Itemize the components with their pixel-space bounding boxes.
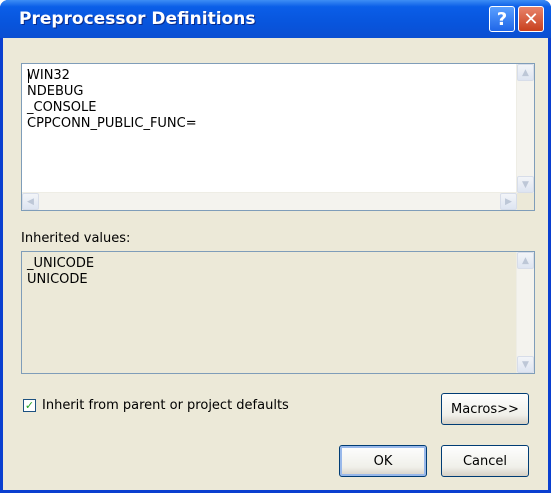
chevron-left-icon: ◀ <box>27 196 34 207</box>
help-icon: ? <box>496 8 508 30</box>
chevron-up-icon: ▲ <box>522 67 529 78</box>
close-icon: ✕ <box>523 8 539 30</box>
definition-line: NDEBUG <box>27 84 84 99</box>
checkmark-icon: ✓ <box>24 399 35 412</box>
chevron-up-icon: ▲ <box>522 255 529 266</box>
help-button[interactable]: ? <box>489 6 515 32</box>
inherited-line: _UNICODE <box>27 256 95 271</box>
inherited-vertical-scrollbar[interactable]: ▲ ▼ <box>516 252 534 373</box>
inherited-lines: _UNICODE UNICODE <box>27 256 94 288</box>
inherit-checkbox-label[interactable]: Inherit from parent or project defaults <box>42 398 289 413</box>
definition-line: _CONSOLE <box>27 100 97 115</box>
scroll-up-button[interactable]: ▲ <box>517 64 534 81</box>
macros-button[interactable]: Macros>> <box>441 393 529 425</box>
chevron-down-icon: ▼ <box>522 359 529 370</box>
inherited-values-label: Inherited values: <box>21 231 131 246</box>
inherited-values-box: _UNICODE UNICODE ▲ ▼ <box>21 251 535 374</box>
dialog-window: Preprocessor Definitions ? ✕ WIN32 NDEBU… <box>0 0 551 493</box>
definitions-vertical-scrollbar[interactable]: ▲ ▼ <box>516 64 534 193</box>
scroll-down-button[interactable]: ▼ <box>517 176 534 193</box>
chevron-down-icon: ▼ <box>522 179 529 190</box>
scroll-up-button[interactable]: ▲ <box>517 252 534 269</box>
scrollbar-corner <box>517 193 534 210</box>
definition-line: WIN32 <box>27 68 70 83</box>
inherit-checkbox[interactable]: ✓ <box>23 399 36 412</box>
cancel-button[interactable]: Cancel <box>441 445 529 477</box>
definitions-editbox[interactable]: WIN32 NDEBUG _CONSOLE CPPCONN_PUBLIC_FUN… <box>21 63 535 211</box>
scroll-left-button[interactable]: ◀ <box>22 193 39 210</box>
title-bar[interactable]: Preprocessor Definitions ? ✕ <box>0 0 551 38</box>
dialog-title: Preprocessor Definitions <box>19 9 256 29</box>
scroll-down-button[interactable]: ▼ <box>517 356 534 373</box>
dialog-body: WIN32 NDEBUG _CONSOLE CPPCONN_PUBLIC_FUN… <box>3 38 548 490</box>
definitions-lines: WIN32 NDEBUG _CONSOLE CPPCONN_PUBLIC_FUN… <box>27 68 197 132</box>
ok-button[interactable]: OK <box>339 445 427 477</box>
chevron-right-icon: ▶ <box>505 196 512 207</box>
definition-line: CPPCONN_PUBLIC_FUNC= <box>27 116 197 131</box>
scroll-right-button[interactable]: ▶ <box>500 193 517 210</box>
definitions-horizontal-scrollbar[interactable]: ◀ ▶ <box>22 192 517 210</box>
inherited-line: UNICODE <box>27 272 88 287</box>
close-button[interactable]: ✕ <box>518 6 544 32</box>
